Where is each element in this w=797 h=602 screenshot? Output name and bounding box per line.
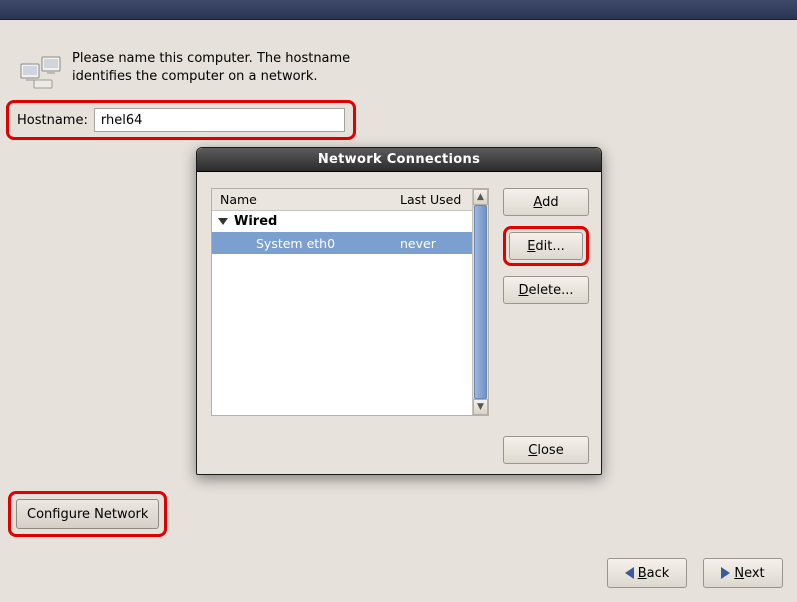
- connection-row[interactable]: System eth0 never: [212, 232, 472, 254]
- network-connections-dialog: Network Connections Name Last Used Wired…: [196, 147, 602, 475]
- window-titlebar: [0, 0, 797, 20]
- next-button[interactable]: Next: [703, 558, 783, 588]
- configure-network-button[interactable]: Configure Network: [16, 499, 159, 529]
- list-scrollbar[interactable]: ▲ ▼: [472, 189, 488, 415]
- intro-text: Please name this computer. The hostname …: [72, 50, 360, 85]
- computers-icon: [20, 50, 62, 90]
- arrow-left-icon: [625, 567, 634, 579]
- add-button[interactable]: Add: [503, 188, 589, 216]
- edit-label-rest: dit...: [535, 239, 564, 254]
- hostname-row: Hostname:: [6, 100, 356, 140]
- connection-last-used: never: [400, 236, 472, 251]
- list-header: Name Last Used: [212, 189, 472, 211]
- connections-list[interactable]: Name Last Used Wired System eth0 never ▲…: [211, 188, 489, 416]
- edit-highlight: Edit...: [503, 226, 589, 266]
- add-label-rest: dd: [542, 195, 559, 210]
- chevron-down-icon: [218, 218, 228, 225]
- close-button[interactable]: Close: [503, 436, 589, 464]
- configure-network-highlight: Configure Network: [8, 491, 167, 537]
- scroll-down-icon[interactable]: ▼: [473, 399, 488, 415]
- group-wired[interactable]: Wired: [212, 211, 472, 232]
- scroll-thumb[interactable]: [474, 205, 487, 399]
- dialog-body: Name Last Used Wired System eth0 never ▲…: [197, 172, 601, 474]
- connection-name: System eth0: [212, 236, 400, 251]
- hostname-input[interactable]: [94, 108, 345, 132]
- arrow-right-icon: [721, 567, 730, 579]
- close-label-mnemonic: C: [528, 443, 537, 458]
- back-label: Back: [638, 566, 670, 581]
- hostname-label: Hostname:: [17, 113, 88, 128]
- scroll-track[interactable]: [473, 205, 488, 399]
- column-name[interactable]: Name: [212, 192, 400, 207]
- dialog-title: Network Connections: [197, 148, 601, 172]
- add-label-mnemonic: A: [533, 195, 542, 210]
- wizard-nav: Back Next: [607, 558, 783, 588]
- next-label: Next: [734, 566, 764, 581]
- list-content: Name Last Used Wired System eth0 never: [212, 189, 472, 415]
- close-wrap: Close: [503, 436, 589, 464]
- delete-label-mnemonic: D: [518, 283, 528, 298]
- close-label-rest: lose: [537, 443, 563, 458]
- group-label: Wired: [234, 214, 277, 229]
- delete-label-rest: elete...: [528, 283, 573, 298]
- column-last-used[interactable]: Last Used: [400, 192, 472, 207]
- scroll-up-icon[interactable]: ▲: [473, 189, 488, 205]
- edit-button[interactable]: Edit...: [509, 232, 583, 260]
- delete-button[interactable]: Delete...: [503, 276, 589, 304]
- dialog-side-buttons: Add Edit... Delete...: [503, 188, 589, 304]
- back-button[interactable]: Back: [607, 558, 687, 588]
- intro-section: Please name this computer. The hostname …: [20, 50, 360, 90]
